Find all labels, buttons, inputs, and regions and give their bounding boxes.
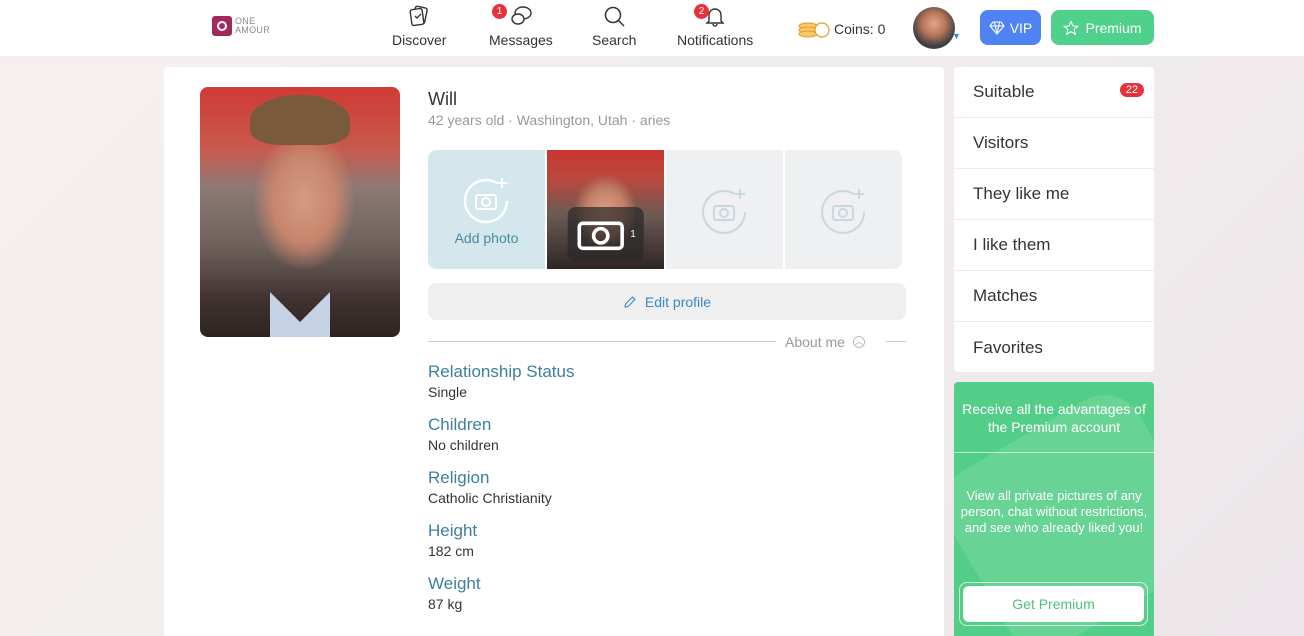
logo[interactable]: ONE AMOUR — [212, 16, 270, 36]
coins-icon — [798, 22, 830, 38]
notifications-badge: 2 — [694, 4, 709, 19]
pencil-icon — [624, 295, 636, 308]
sidebar-item-matches[interactable]: Matches — [954, 271, 1154, 322]
add-camera-icon — [701, 188, 746, 234]
detail-weight: Weight 87 kg — [428, 574, 574, 614]
top-navigation-bar: ONE AMOUR Discover Messages 1 Search Not… — [0, 0, 1304, 57]
nav-search[interactable]: Search — [592, 4, 636, 48]
promo-heading: Receive all the advantages of the Premiu… — [962, 401, 1146, 435]
logo-text-line2: AMOUR — [235, 25, 270, 35]
coins-balance[interactable]: Coins: 0 — [798, 18, 885, 40]
promo-body: View all private pictures of any person,… — [960, 488, 1148, 535]
detail-height: Height 182 cm — [428, 521, 574, 561]
photo-count-badge: 1 — [567, 207, 644, 261]
add-photo-label: Add photo — [454, 229, 519, 246]
empty-photo-slot[interactable] — [785, 150, 902, 269]
detail-value: 87 kg — [428, 596, 463, 612]
photo-thumbnail[interactable]: 1 — [547, 150, 664, 269]
nav-notifications[interactable]: Notifications 2 — [677, 4, 753, 48]
sidebar-item-label: Visitors — [973, 133, 1029, 152]
nav-messages[interactable]: Messages 1 — [489, 4, 553, 48]
chevron-down-icon[interactable]: ▼ — [952, 31, 961, 41]
premium-promo-card: Receive all the advantages of the Premiu… — [954, 382, 1154, 636]
about-me-toggle[interactable]: About me ︿ — [785, 334, 865, 350]
nav-discover[interactable]: Discover — [392, 4, 446, 48]
coins-label: Coins: 0 — [834, 21, 886, 37]
vip-label: VIP — [1009, 19, 1033, 36]
detail-label: Relationship Status — [428, 362, 575, 381]
logo-icon — [212, 16, 232, 36]
edit-profile-label: Edit profile — [644, 293, 712, 310]
edit-profile-button[interactable]: Edit profile — [428, 283, 906, 320]
sidebar-item-label: Suitable — [973, 82, 1035, 101]
sidebar-item-favorites[interactable]: Favorites — [954, 322, 1154, 372]
camera-icon — [577, 221, 624, 251]
sidebar-item-visitors[interactable]: Visitors — [954, 118, 1154, 169]
sidebar-item-label: They like me — [973, 184, 1070, 203]
nav-label-notifications: Notifications — [677, 32, 754, 48]
sidebar-item-suitable[interactable]: Suitable 22 — [954, 67, 1154, 118]
detail-children: Children No children — [428, 415, 574, 455]
profile-photo[interactable] — [200, 87, 400, 337]
empty-photo-slot[interactable] — [666, 150, 783, 269]
profile-details: Relationship Status Single Children No c… — [428, 362, 574, 627]
add-camera-icon — [820, 188, 865, 234]
premium-button[interactable]: Premium — [1051, 10, 1154, 45]
get-premium-button[interactable]: Get Premium — [963, 586, 1144, 622]
profile-name: Will — [428, 89, 457, 109]
detail-label: Weight — [428, 574, 481, 593]
detail-label: Religion — [428, 468, 490, 487]
sidebar-item-they-like-me[interactable]: They like me — [954, 169, 1154, 220]
suitable-count-badge: 22 — [1119, 83, 1144, 97]
nav-label-messages: Messages — [489, 32, 553, 48]
about-me-label: About me — [785, 334, 845, 350]
vip-button[interactable]: VIP — [980, 10, 1041, 45]
detail-label: Height — [428, 521, 478, 540]
detail-relationship-status: Relationship Status Single — [428, 362, 574, 402]
detail-value: Catholic Christianity — [428, 490, 552, 506]
photo-count: 1 — [630, 228, 636, 240]
nav-label-discover: Discover — [392, 32, 447, 48]
profile-subtitle: 42 years old · Washington, Utah · aries — [428, 112, 671, 128]
messages-badge: 1 — [492, 4, 507, 19]
premium-label: Premium — [1085, 19, 1142, 36]
detail-value: Single — [428, 384, 467, 400]
detail-value: 182 cm — [428, 543, 474, 559]
sidebar-item-label: I like them — [973, 235, 1051, 254]
diamond-icon — [988, 20, 1005, 35]
star-icon — [1063, 19, 1080, 35]
user-avatar[interactable] — [913, 7, 955, 49]
detail-label: Children — [428, 415, 492, 434]
photo-gallery: Add photo 1 — [428, 150, 902, 269]
sidebar-item-i-like-them[interactable]: I like them — [954, 220, 1154, 271]
add-photo-button[interactable]: Add photo — [428, 150, 545, 269]
cards-icon — [409, 5, 429, 27]
detail-religion: Religion Catholic Christianity — [428, 468, 574, 508]
sidebar-menu: Suitable 22 Visitors They like me I like… — [954, 67, 1154, 372]
sidebar-item-label: Favorites — [973, 337, 1043, 357]
chat-bubbles-icon — [511, 6, 532, 25]
chevron-up-icon: ︿ — [852, 336, 865, 348]
detail-value: No children — [428, 437, 499, 453]
nav-label-search: Search — [592, 32, 637, 48]
search-icon — [604, 6, 625, 27]
profile-card: Will 42 years old · Washington, Utah · a… — [164, 67, 944, 636]
sidebar-item-label: Matches — [973, 286, 1038, 305]
add-camera-icon — [463, 177, 508, 223]
